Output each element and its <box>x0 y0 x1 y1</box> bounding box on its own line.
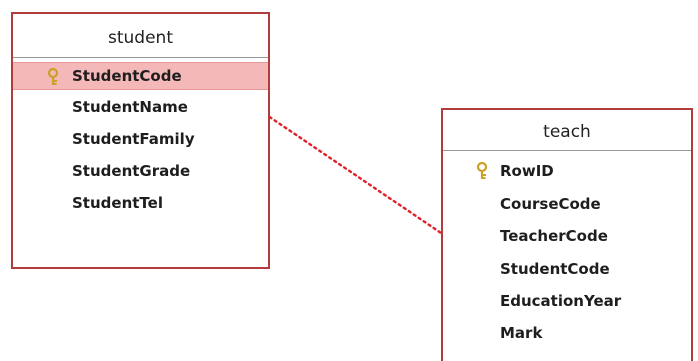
field-row-studentcode[interactable]: StudentCode <box>443 255 691 283</box>
table-title: teach <box>543 122 591 142</box>
field-row-studentname[interactable]: StudentName <box>13 93 268 121</box>
table-student[interactable]: student StudentCode StudentName StudentF… <box>11 12 270 269</box>
field-name: EducationYear <box>500 292 622 310</box>
table-teach[interactable]: teach RowID CourseCode TeacherCode Stude… <box>441 108 693 361</box>
field-row-teachercode[interactable]: TeacherCode <box>443 222 691 250</box>
field-name: CourseCode <box>500 195 601 213</box>
field-name: StudentFamily <box>72 130 195 148</box>
field-row-educationyear[interactable]: EducationYear <box>443 287 691 315</box>
key-icon <box>47 68 59 85</box>
field-name: TeacherCode <box>500 227 608 245</box>
field-row-mark[interactable]: Mark <box>443 319 691 347</box>
field-row-rowid[interactable]: RowID <box>443 157 691 185</box>
field-name: StudentCode <box>72 67 182 85</box>
field-row-studentcode[interactable]: StudentCode <box>13 62 268 90</box>
field-name: StudentGrade <box>72 162 191 180</box>
field-row-coursecode[interactable]: CourseCode <box>443 190 691 218</box>
title-divider <box>443 150 691 151</box>
title-divider <box>13 57 268 58</box>
key-icon <box>476 162 488 179</box>
relationship-diagram: student StudentCode StudentName StudentF… <box>0 0 698 361</box>
table-title: student <box>108 28 173 48</box>
field-row-studentgrade[interactable]: StudentGrade <box>13 157 268 185</box>
field-name: StudentTel <box>72 194 163 212</box>
field-row-studenttel[interactable]: StudentTel <box>13 189 268 217</box>
field-name: Mark <box>500 324 543 342</box>
field-name: StudentCode <box>500 260 610 278</box>
field-name: RowID <box>500 162 554 180</box>
field-name: StudentName <box>72 98 188 116</box>
field-row-studentfamily[interactable]: StudentFamily <box>13 125 268 153</box>
